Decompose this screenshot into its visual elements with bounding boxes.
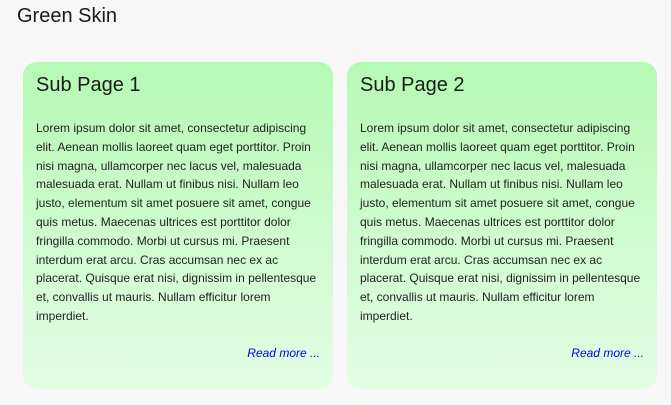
card-body-text: Lorem ipsum dolor sit amet, consectetur … xyxy=(36,121,317,323)
card-sub-page-1: Sub Page 1 Lorem ipsum dolor sit amet, c… xyxy=(23,62,333,389)
card-title: Sub Page 2 xyxy=(360,74,465,96)
read-more-link[interactable]: Read more ... xyxy=(247,345,320,361)
card-body-text: Lorem ipsum dolor sit amet, consectetur … xyxy=(360,121,641,323)
page-title: Green Skin xyxy=(17,5,118,27)
card-sub-page-2: Sub Page 2 Lorem ipsum dolor sit amet, c… xyxy=(347,62,657,389)
read-more-link[interactable]: Read more ... xyxy=(571,345,644,361)
card-title: Sub Page 1 xyxy=(36,74,141,96)
